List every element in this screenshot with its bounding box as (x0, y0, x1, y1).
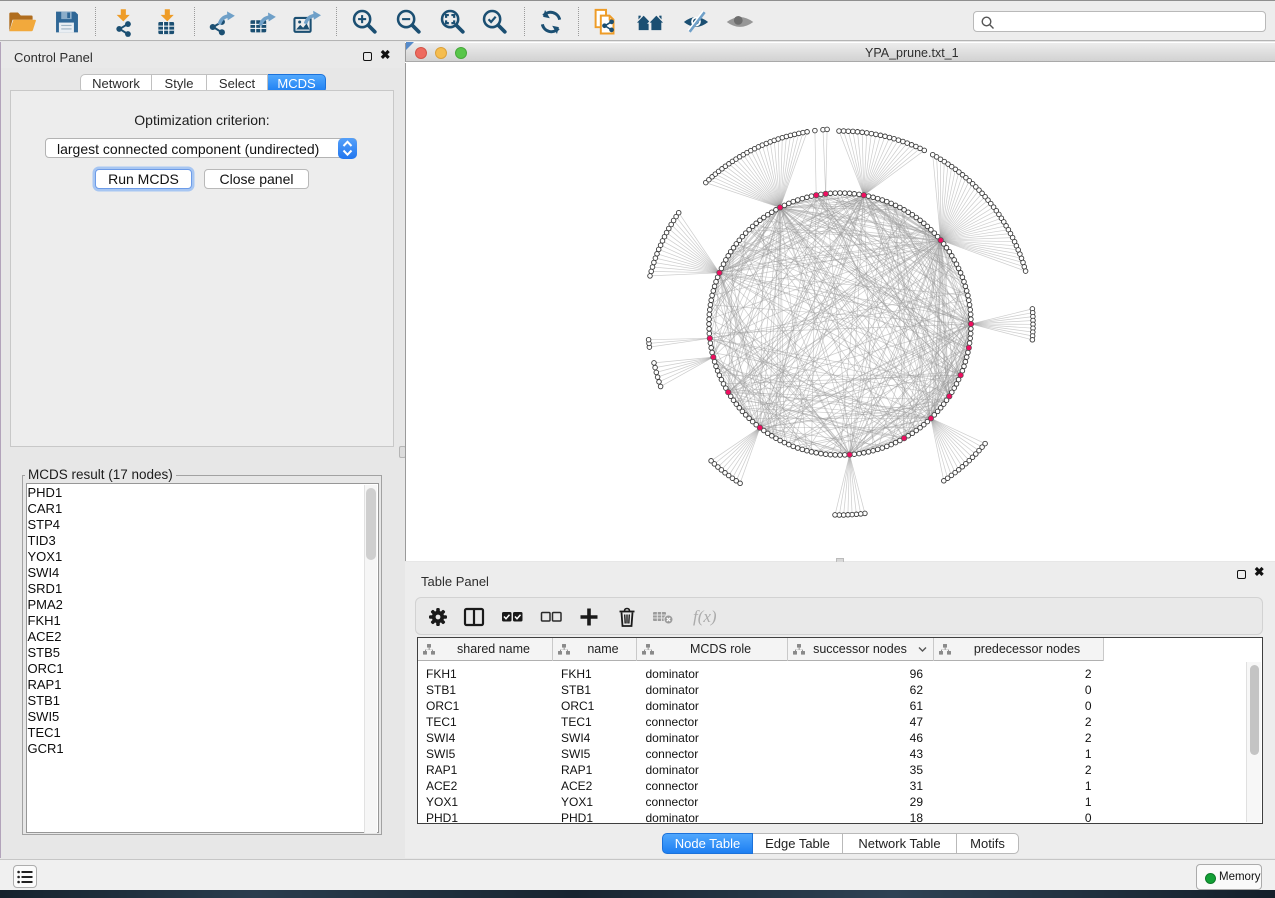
svg-text:f(x): f(x) (693, 607, 717, 626)
